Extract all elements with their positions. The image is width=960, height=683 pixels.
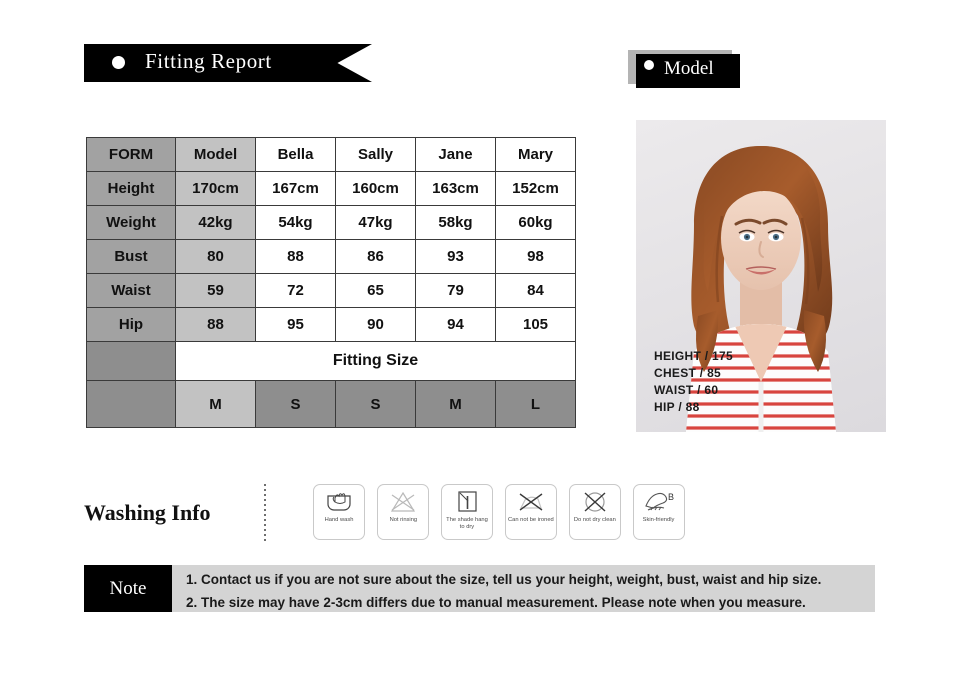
table-row: Bust 80 88 86 93 98 bbox=[86, 239, 576, 274]
note-text: 1. Contact us if you are not sure about … bbox=[186, 568, 821, 614]
note-label-box: Note bbox=[84, 565, 172, 612]
column-header-bella: Bella bbox=[255, 137, 336, 172]
model-photo: HEIGHT / 175 CHEST / 85 WAIST / 60 HIP /… bbox=[636, 120, 886, 432]
cell-weight-model: 42kg bbox=[175, 205, 256, 240]
do-not-dry-clean-caption: Do not dry clean bbox=[574, 517, 616, 523]
cell-height-jane: 163cm bbox=[415, 171, 496, 206]
washing-icon-row: Hand wash Not rinsing The shade hang to … bbox=[313, 484, 685, 540]
table-header-row: FORM Model Bella Sally Jane Mary bbox=[86, 137, 576, 172]
table-row: Height 170cm 167cm 160cm 163cm 152cm bbox=[86, 171, 576, 206]
cell-bust-bella: 88 bbox=[255, 239, 336, 274]
note-label: Note bbox=[109, 577, 147, 599]
size-sally: S bbox=[335, 380, 416, 428]
empty-cell bbox=[86, 380, 176, 428]
cell-hip-jane: 94 bbox=[415, 307, 496, 342]
note-line-2: 2. The size may have 2-3cm differs due t… bbox=[186, 595, 806, 610]
cell-height-mary: 152cm bbox=[495, 171, 576, 206]
model-waist: WAIST / 60 bbox=[654, 383, 719, 397]
size-jane: M bbox=[415, 380, 496, 428]
svg-text:B: B bbox=[668, 492, 674, 502]
cell-height-model: 170cm bbox=[175, 171, 256, 206]
row-label-hip: Hip bbox=[86, 307, 176, 342]
cell-weight-jane: 58kg bbox=[415, 205, 496, 240]
fitting-report-title: Fitting Report bbox=[145, 49, 272, 73]
skin-friendly-caption: Skin-friendly bbox=[643, 517, 675, 523]
row-label-height: Height bbox=[86, 171, 176, 206]
cell-hip-model: 88 bbox=[175, 307, 256, 342]
shade-hang-dry-caption: The shade hang to dry bbox=[446, 517, 488, 530]
do-not-dry-clean-icon: Do not dry clean bbox=[569, 484, 621, 540]
column-header-form: FORM bbox=[86, 137, 176, 172]
cell-bust-model: 80 bbox=[175, 239, 256, 274]
cell-bust-mary: 98 bbox=[495, 239, 576, 274]
dotted-divider bbox=[264, 484, 266, 542]
cell-bust-jane: 93 bbox=[415, 239, 496, 274]
model-measurements: HEIGHT / 175 CHEST / 85 WAIST / 60 HIP /… bbox=[654, 348, 733, 416]
size-model: M bbox=[175, 380, 256, 428]
cell-waist-bella: 72 bbox=[255, 273, 336, 308]
cell-height-bella: 167cm bbox=[255, 171, 336, 206]
note-line-1: 1. Contact us if you are not sure about … bbox=[186, 572, 822, 587]
column-header-sally: Sally bbox=[335, 137, 416, 172]
model-title: Model bbox=[664, 58, 714, 79]
row-label-bust: Bust bbox=[86, 239, 176, 274]
column-header-model: Model bbox=[175, 137, 256, 172]
table-row: Weight 42kg 54kg 47kg 58kg 60kg bbox=[86, 205, 576, 240]
cell-weight-mary: 60kg bbox=[495, 205, 576, 240]
fitting-size-values-row: M S S M L bbox=[86, 380, 576, 428]
size-mary: L bbox=[495, 380, 576, 428]
hand-wash-icon: Hand wash bbox=[313, 484, 365, 540]
cell-waist-jane: 79 bbox=[415, 273, 496, 308]
cell-waist-model: 59 bbox=[175, 273, 256, 308]
fitting-size-header-row: Fitting Size bbox=[86, 341, 576, 381]
cell-hip-bella: 95 bbox=[255, 307, 336, 342]
table-row: Waist 59 72 65 79 84 bbox=[86, 273, 576, 308]
bullet-dot-icon bbox=[112, 56, 125, 69]
cell-hip-sally: 90 bbox=[335, 307, 416, 342]
not-rinsing-icon: Not rinsing bbox=[377, 484, 429, 540]
cell-waist-mary: 84 bbox=[495, 273, 576, 308]
cell-weight-bella: 54kg bbox=[255, 205, 336, 240]
model-height: HEIGHT / 175 bbox=[654, 349, 733, 363]
cell-weight-sally: 47kg bbox=[335, 205, 416, 240]
model-chest: CHEST / 85 bbox=[654, 366, 722, 380]
cell-bust-sally: 86 bbox=[335, 239, 416, 274]
empty-cell bbox=[86, 341, 176, 381]
do-not-iron-icon: Can not be ironed bbox=[505, 484, 557, 540]
size-bella: S bbox=[255, 380, 336, 428]
cell-height-sally: 160cm bbox=[335, 171, 416, 206]
skin-friendly-icon: B Skin-friendly bbox=[633, 484, 685, 540]
row-label-weight: Weight bbox=[86, 205, 176, 240]
column-header-mary: Mary bbox=[495, 137, 576, 172]
fitting-report-table: FORM Model Bella Sally Jane Mary Height … bbox=[86, 137, 576, 428]
column-header-jane: Jane bbox=[415, 137, 496, 172]
row-label-waist: Waist bbox=[86, 273, 176, 308]
bullet-dot-icon bbox=[644, 60, 654, 70]
cell-waist-sally: 65 bbox=[335, 273, 416, 308]
cell-hip-mary: 105 bbox=[495, 307, 576, 342]
shade-hang-dry-icon: The shade hang to dry bbox=[441, 484, 493, 540]
do-not-iron-caption: Can not be ironed bbox=[508, 517, 554, 523]
model-hip: HIP / 88 bbox=[654, 400, 700, 414]
not-rinsing-caption: Not rinsing bbox=[389, 517, 417, 523]
table-row: Hip 88 95 90 94 105 bbox=[86, 307, 576, 342]
fitting-size-label: Fitting Size bbox=[175, 341, 576, 381]
hand-wash-caption: Hand wash bbox=[324, 517, 354, 523]
washing-info-title: Washing Info bbox=[84, 500, 211, 525]
